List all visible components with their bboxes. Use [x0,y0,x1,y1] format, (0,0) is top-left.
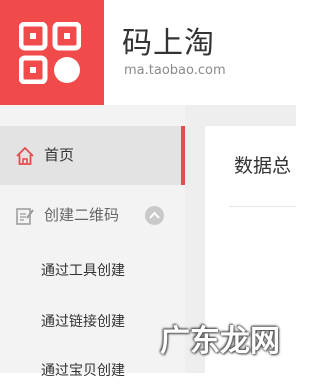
edit-icon [15,206,35,230]
brand-subtitle: ma.taobao.com [124,63,226,78]
title-divider [229,206,296,207]
chevron-up-icon[interactable] [145,206,164,225]
watermark: 广东龙网 [160,324,280,359]
logo[interactable] [0,0,104,105]
page-title: 数据总 [234,155,292,177]
brand-title: 码上淘 [122,26,215,61]
sidebar-item-label: 首页 [44,146,75,164]
app-header: 码上淘 ma.taobao.com [0,0,296,105]
sidebar-item-create-qr[interactable]: 创建二维码 [0,189,185,241]
sidebar-item-home[interactable]: 首页 [0,126,182,185]
sidebar-item-label: 创建二维码 [44,206,120,224]
home-icon [15,146,35,170]
qr-logo-icon [19,22,81,84]
sidebar-subitem-tool[interactable]: 通过工具创建 [41,257,181,285]
